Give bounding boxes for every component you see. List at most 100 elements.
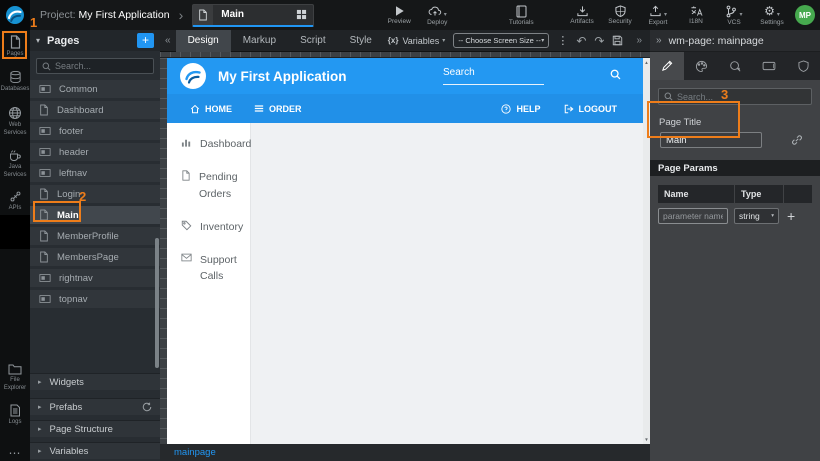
app-search-input[interactable]: Search [443, 67, 544, 85]
shield-icon [615, 5, 626, 17]
variables-dropdown[interactable]: {x} Variables ▾ [388, 36, 446, 46]
tab-device[interactable] [752, 52, 786, 80]
i18n-button[interactable]: I18N [683, 5, 709, 25]
canvas-scrollbar[interactable]: ▲ ▼ [643, 58, 650, 444]
column-header-type: Type [735, 185, 783, 203]
tab-security[interactable] [786, 52, 820, 80]
param-type-select[interactable]: string ▾ [734, 208, 779, 224]
open-page-tab[interactable]: Main [192, 4, 314, 27]
rail-more-button[interactable]: ⋯ [0, 446, 30, 460]
statusbar-page-link[interactable]: mainpage [174, 447, 216, 458]
project-label: Project: [40, 9, 76, 21]
nav-item-order[interactable]: ORDER [254, 104, 302, 114]
pages-search-box [36, 58, 154, 74]
section-page-structure[interactable]: ▸ Page Structure [30, 420, 160, 437]
sidenav-item-dashboard[interactable]: Dashboard [167, 136, 250, 152]
pages-scrollbar-thumb[interactable] [155, 238, 159, 368]
horizontal-ruler [160, 52, 650, 57]
caret-down-icon: ▾ [442, 37, 445, 44]
tag-icon [181, 220, 192, 235]
more-options-icon[interactable]: ⋮ [557, 34, 568, 47]
page-list-item[interactable]: Dashboard [30, 101, 160, 119]
cloud-upload-icon [428, 5, 442, 17]
page-list-item[interactable]: Login [30, 185, 160, 203]
tab-properties[interactable] [650, 52, 684, 80]
rail-item-apis[interactable]: APIs [0, 190, 30, 213]
export-button[interactable]: ▾ Export [645, 5, 671, 26]
preview-button[interactable]: Preview [386, 5, 412, 25]
sidenav-item-support-calls[interactable]: Support Calls [167, 252, 250, 285]
rail-item-web-services[interactable]: Web Services [0, 106, 30, 138]
deploy-button[interactable]: ▾ Deploy [424, 5, 450, 26]
branch-icon [725, 5, 737, 18]
vcs-button[interactable]: ▾ VCS [721, 5, 747, 26]
security-button[interactable]: Security [607, 5, 633, 25]
screen-size-select[interactable]: -- Choose Screen Size -- ▾ [453, 33, 549, 48]
page-list-item[interactable]: Common [30, 80, 160, 98]
page-list-item[interactable]: header [30, 143, 160, 161]
nav-item-help[interactable]: HELP [501, 104, 540, 114]
pages-search-input[interactable] [55, 61, 148, 71]
undo-icon[interactable]: ↶ [576, 34, 586, 48]
refresh-icon[interactable] [142, 402, 152, 412]
nav-item-home[interactable]: HOME [190, 104, 232, 114]
properties-search-input[interactable] [677, 92, 806, 102]
artifacts-button[interactable]: Artifacts [569, 5, 595, 25]
scroll-up-icon[interactable]: ▲ [644, 60, 648, 65]
sidenav-item-pending-orders[interactable]: Pending Orders [167, 169, 250, 202]
grid-icon[interactable] [296, 9, 307, 20]
rail-item-file-explorer[interactable]: File Explorer [0, 363, 30, 393]
wave-logo-icon [5, 5, 25, 25]
tab-markup[interactable]: Markup [231, 30, 288, 52]
page-list-item[interactable]: MembersPage [30, 248, 160, 266]
nav-item-logout[interactable]: LOGOUT [564, 104, 618, 114]
chevron-down-icon[interactable]: ▾ [36, 36, 40, 45]
bind-link-icon[interactable] [791, 134, 803, 146]
page-list-item[interactable]: rightnav [30, 269, 160, 287]
page-list-item[interactable]: topnav [30, 290, 160, 308]
gear-icon: ⚙ [764, 5, 775, 17]
variables-icon: {x} [388, 36, 399, 45]
page-list-item[interactable]: MemberProfile [30, 227, 160, 245]
tutorials-button[interactable]: Tutorials [508, 5, 534, 26]
rail-item-logs[interactable]: Logs [0, 404, 30, 427]
collapse-right-panel-icon[interactable]: » [631, 35, 647, 46]
wavemaker-logo[interactable] [0, 0, 30, 30]
rail-item-java-services[interactable]: Java Services [0, 149, 30, 180]
collapse-right-icon[interactable]: » [656, 35, 662, 46]
page-list-item[interactable]: leftnav [30, 164, 160, 182]
tab-script[interactable]: Script [288, 30, 338, 52]
search-icon[interactable] [610, 69, 621, 80]
section-prefabs[interactable]: ▸ Prefabs [30, 398, 160, 415]
page-title-input[interactable] [660, 132, 762, 148]
sidenav-item-inventory[interactable]: Inventory [167, 219, 250, 235]
scroll-down-icon[interactable]: ▼ [644, 437, 648, 442]
document-icon [9, 404, 21, 417]
add-page-button[interactable]: + [137, 33, 154, 48]
settings-button[interactable]: ⚙ ▾ Settings [759, 5, 785, 26]
chevron-right-icon: ▸ [38, 447, 42, 455]
tab-design[interactable]: Design [176, 30, 231, 52]
top-bar: Project: My First Application › Main Pre… [0, 0, 820, 30]
tab-conditions[interactable] [718, 52, 752, 80]
rail-item-pages[interactable]: Pages [0, 35, 30, 59]
section-widgets[interactable]: ▸ Widgets [30, 373, 160, 390]
page-title-label: Page Title [659, 117, 820, 128]
properties-panel-header: » wm-page: mainpage [650, 30, 820, 52]
tab-styles[interactable] [684, 52, 718, 80]
save-icon[interactable] [612, 35, 623, 46]
page-list-item[interactable]: footer [30, 122, 160, 140]
rail-item-databases[interactable]: Databases [0, 70, 30, 94]
page-title-row [660, 132, 820, 148]
user-avatar[interactable]: MP [795, 5, 815, 25]
app-content-area[interactable] [251, 123, 643, 444]
section-variables[interactable]: ▸ Variables [30, 442, 160, 459]
add-param-button[interactable]: + [787, 209, 795, 223]
tab-style[interactable]: Style [338, 30, 384, 52]
param-name-input[interactable] [658, 208, 728, 224]
app-header[interactable]: My First Application Search [167, 58, 643, 94]
redo-icon[interactable]: ↷ [594, 34, 604, 48]
page-list-item-selected[interactable]: Main [30, 206, 160, 224]
collapse-left-panel-icon[interactable]: « [160, 35, 176, 46]
rail-spacer [0, 215, 30, 249]
